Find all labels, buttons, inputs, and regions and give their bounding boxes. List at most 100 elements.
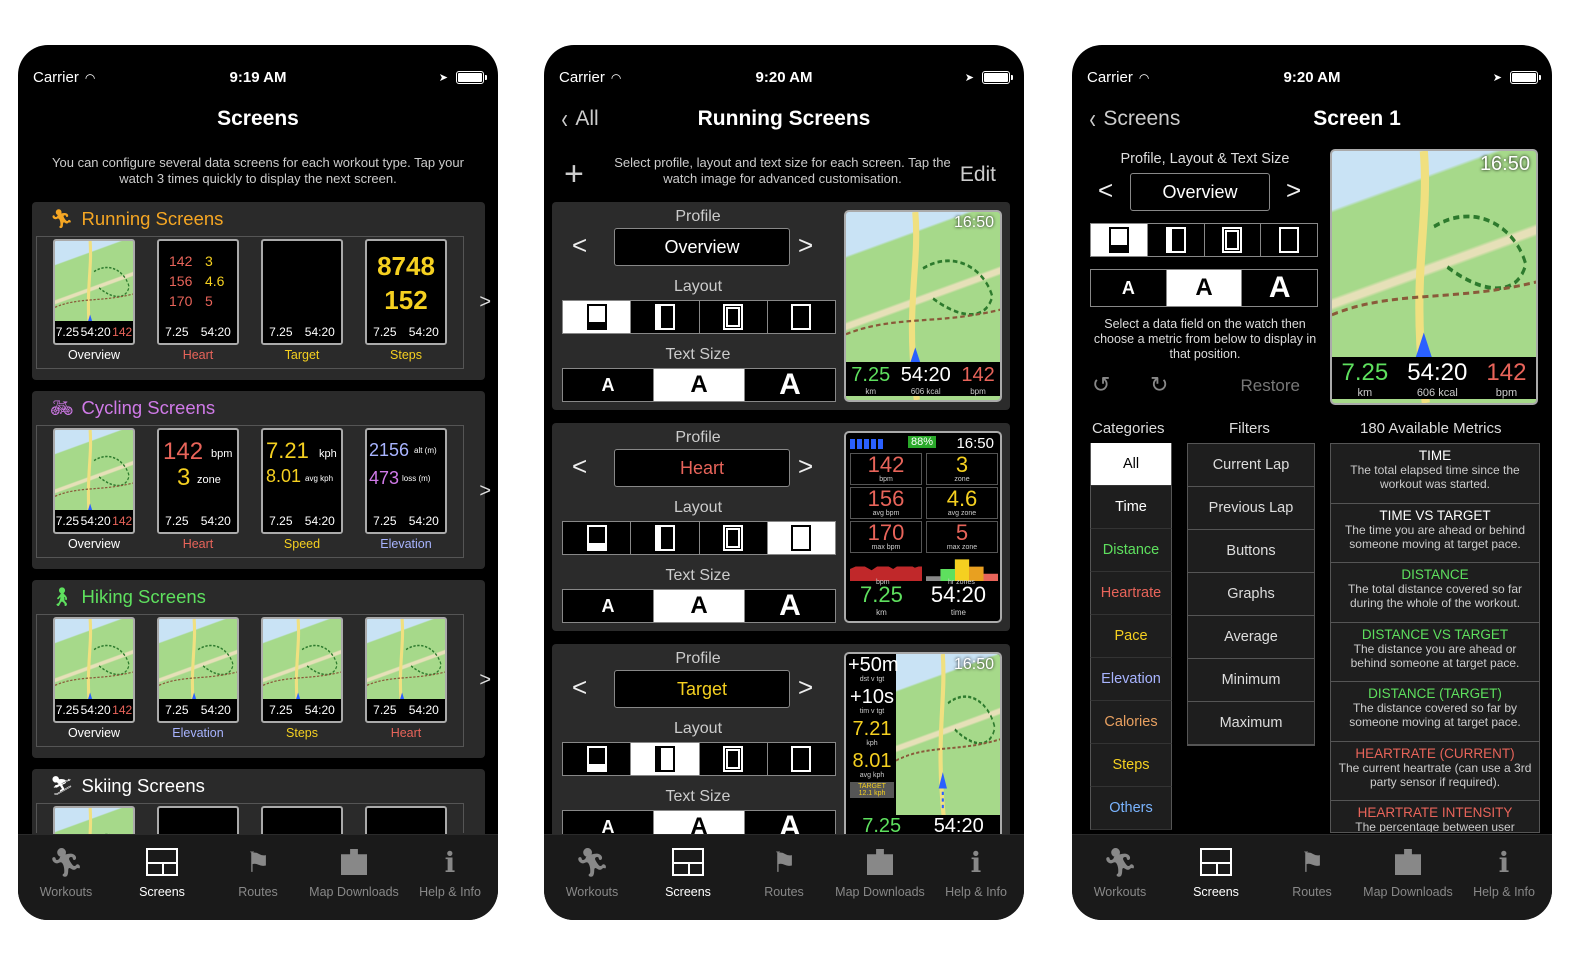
watch-preview[interactable]: 16:50 7.25 km 54:20 606 kcal 142 bpm [1330,149,1538,405]
category-elevation[interactable]: Elevation [1090,658,1172,701]
layout-option-2[interactable] [1147,224,1205,256]
filter-item[interactable]: Current Lap [1188,444,1314,487]
tab-screens[interactable]: Screens [640,835,736,920]
screen-thumb[interactable]: 7.2554:20 [261,239,343,345]
layout-option[interactable] [767,743,835,775]
tab-help-info[interactable]: ℹ Help & Info [1456,835,1552,920]
more-arrow[interactable]: > [479,291,491,314]
layout-option[interactable] [767,301,835,333]
profile-select[interactable]: Heart [614,449,790,487]
tab-workouts[interactable]: 🏃︎ Workouts [1072,835,1168,920]
layout-option[interactable] [563,743,632,775]
tab-workouts[interactable]: 🏃︎ Workouts [18,835,114,920]
metric-item[interactable]: TIME VS TARGET The time you are ahead or … [1331,503,1539,563]
add-screen-button[interactable]: + [564,155,584,194]
metric-item[interactable]: HEARTRATE (CURRENT) The current heartrate… [1331,741,1539,801]
layout-option[interactable] [631,301,700,333]
edit-button[interactable]: Edit [960,163,996,187]
watch-preview[interactable]: 16:50 7.25 km 54:20 606 kcal 142 bpm [844,210,1002,402]
layout-option-3[interactable] [1204,224,1262,256]
filter-item[interactable]: Graphs [1188,573,1314,616]
filter-item[interactable]: Maximum [1188,702,1314,745]
screen-thumb[interactable]: 7.2554:20 [365,617,447,723]
tab-screens[interactable]: Screens [114,835,210,920]
category-all[interactable]: All [1090,443,1172,486]
profile-next-button[interactable]: > [1286,175,1301,206]
metric-item[interactable]: TIME The total elapsed time since the wor… [1331,444,1539,504]
layout-option[interactable] [699,743,768,775]
category-time[interactable]: Time [1090,486,1172,529]
screen-thumb[interactable]: 142 bpm 3 zone 7.25 54:20 [157,428,239,534]
filter-item[interactable]: Minimum [1188,659,1314,702]
screen-thumb[interactable]: 7.21 kph 8.01 avg kph 7.25 54:20 [261,428,343,534]
redo-icon[interactable]: ↻ [1150,372,1168,398]
profile-next-button[interactable]: > [798,230,813,261]
tab-help-info[interactable]: ℹ Help & Info [928,835,1024,920]
more-arrow[interactable]: > [479,480,491,503]
section-cycling-screens[interactable]: 🚲︎ Cycling Screens 7.25 54:20 142 Overview 142… [32,391,491,569]
profile-prev-button[interactable]: < [572,230,587,261]
category-steps[interactable]: Steps [1090,744,1172,787]
screen-thumb[interactable]: 8748 152 7.25 54:20 [365,239,447,345]
tab-routes[interactable]: ⚑ Routes [736,835,832,920]
profile-next-button[interactable]: > [798,451,813,482]
layout-option-1[interactable] [1091,224,1148,256]
section-skiing-screens[interactable]: ⛷︎Skiing Screens 7.2554:201427.2554:207.2… [32,769,485,912]
category-calories[interactable]: Calories [1090,701,1172,744]
filter-item[interactable]: Average [1188,616,1314,659]
text-size-option[interactable]: A [745,589,835,622]
profile-select[interactable]: Overview [1130,173,1270,211]
profile-select[interactable]: Overview [614,228,790,266]
undo-icon[interactable]: ↺ [1092,372,1110,398]
tab-map-downloads[interactable]: Map Downloads [832,835,928,920]
layout-option[interactable] [699,522,768,554]
screen-thumb[interactable]: 7.2554:20 [157,617,239,723]
screen-thumb[interactable]: 7.2554:20 [261,617,343,723]
layout-option[interactable] [631,522,700,554]
layout-option-4[interactable] [1261,224,1317,256]
tab-help-info[interactable]: ℹ Help & Info [402,835,498,920]
screen-thumb[interactable]: 7.2554:20142 [53,239,135,345]
screen-thumb[interactable]: 7.2554:20142 [53,428,135,534]
layout-option[interactable] [563,301,632,333]
section-running-screens[interactable]: 🏃︎ Running Screens 7.25 54:20 142 Overview 142… [32,202,491,380]
metric-item[interactable]: DISTANCE The total distance covered so fa… [1331,563,1539,623]
tab-screens[interactable]: Screens [1168,835,1264,920]
section-hiking-screens[interactable]: 🚶︎ Hiking Screens 7.25 54:20 142 Overview 7.25… [32,580,491,758]
profile-prev-button[interactable]: < [572,672,587,703]
metric-item[interactable]: DISTANCE VS TARGET The distance you are a… [1331,622,1539,682]
profile-select[interactable]: Target [614,670,790,708]
tab-routes[interactable]: ⚑ Routes [210,835,306,920]
category-heartrate[interactable]: Heartrate [1090,572,1172,615]
restore-button[interactable]: Restore [1240,376,1300,396]
text-size-option[interactable]: A [563,590,654,622]
watch-preview[interactable]: 88% 16:50 142 bpm 3 zone 156 avg bpm 4.6 avg zone… [844,431,1002,623]
text-size-option[interactable]: A [654,369,745,401]
text-size-small[interactable]: A [1091,270,1167,306]
category-pace[interactable]: Pace [1090,615,1172,658]
layout-option[interactable] [767,522,835,554]
tab-routes[interactable]: ⚑ Routes [1264,835,1360,920]
screen-thumb[interactable]: 142 3 156 4.6 170 5 7.25 54:20 [157,239,239,345]
screen-thumb[interactable]: 2156 alt (m) 473 loss (m) 7.25 54:20 [365,428,447,534]
text-size-large[interactable]: A [1242,270,1318,306]
filter-item[interactable]: Buttons [1188,530,1314,573]
tab-map-downloads[interactable]: Map Downloads [1360,835,1456,920]
filter-item[interactable]: Previous Lap [1188,487,1314,530]
watch-preview[interactable]: 16:50 +50m dst v tgt +10s tim v tgt 7.21 kph 8.… [844,652,1002,844]
layout-option[interactable] [563,522,632,554]
tab-workouts[interactable]: 🏃︎ Workouts [544,835,640,920]
layout-option[interactable] [631,743,700,775]
screen-thumb[interactable]: 7.2554:20142 [53,617,135,723]
category-distance[interactable]: Distance [1090,529,1172,572]
more-arrow[interactable]: > [479,669,491,692]
text-size-option[interactable]: A [654,590,745,622]
tab-map-downloads[interactable]: Map Downloads [306,835,402,920]
metric-item[interactable]: HEARTRATE INTENSITY The percentage betwee… [1331,801,1539,832]
category-others[interactable]: Others [1090,787,1172,830]
text-size-medium[interactable]: A [1166,270,1243,306]
layout-option[interactable] [699,301,768,333]
text-size-option[interactable]: A [745,368,835,401]
metric-item[interactable]: DISTANCE (TARGET) The distance covered so… [1331,682,1539,742]
text-size-option[interactable]: A [563,369,654,401]
